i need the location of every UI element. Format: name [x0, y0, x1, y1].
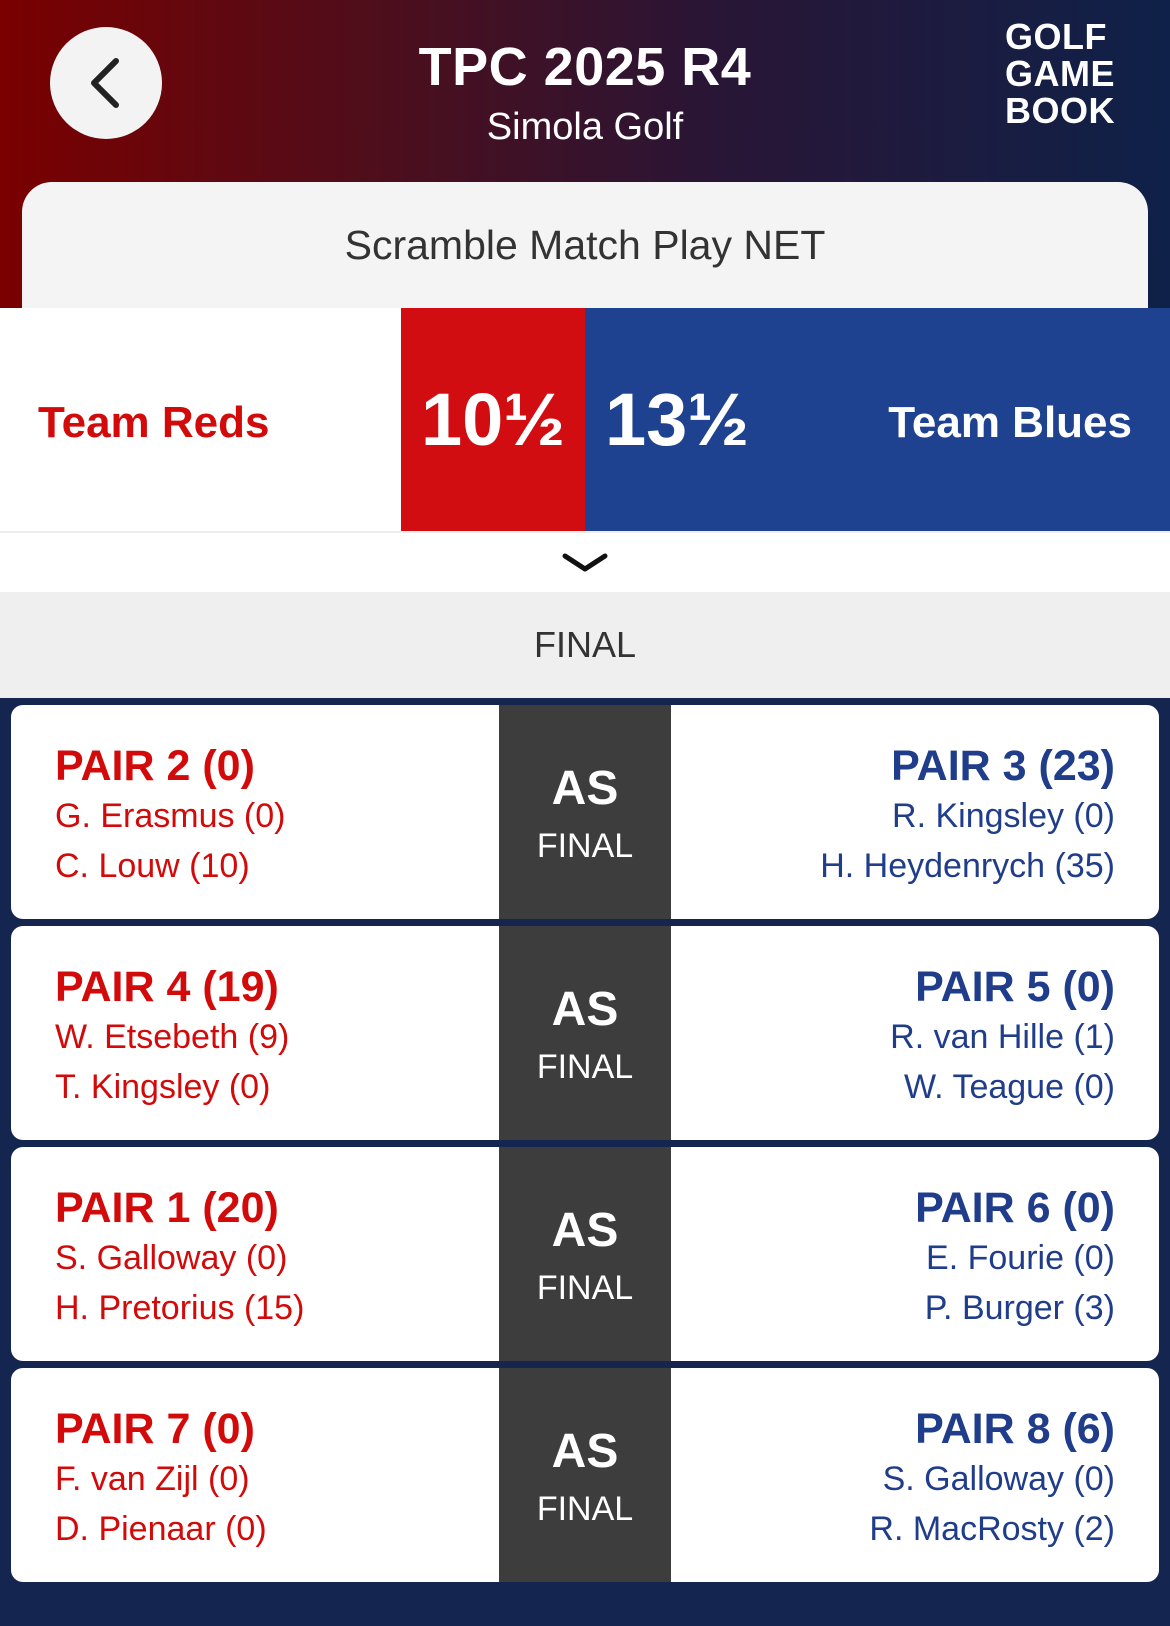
game-format: Scramble Match Play NET — [344, 222, 826, 268]
match-result: AS FINAL — [499, 926, 671, 1140]
blue-pair: PAIR 6 (0) E. Fourie (0) P. Burger (3) — [915, 1184, 1115, 1327]
blue-pair: PAIR 5 (0) R. van Hille (1) W. Teague (0… — [890, 963, 1115, 1106]
golf-gamebook-logo: GOLF GAME BOOK — [1005, 16, 1115, 131]
blue-pair: PAIR 8 (6) S. Galloway (0) R. MacRosty (… — [869, 1405, 1115, 1548]
page-title: TPC 2025 R4 — [418, 37, 752, 97]
course-name: Simola Golf — [486, 106, 684, 148]
match-result: AS FINAL — [499, 1147, 671, 1361]
team-score-band: Team Reds 10½ 13½ Team Blues — [0, 308, 1170, 531]
team-blues-score: 13½ — [605, 378, 750, 461]
team-reds-score: 10½ — [401, 308, 585, 531]
team-blues-panel: 13½ Team Blues — [585, 308, 1170, 531]
match-card[interactable]: PAIR 2 (0) G. Erasmus (0) C. Louw (10) A… — [11, 705, 1159, 919]
format-card: Scramble Match Play NET — [22, 182, 1148, 322]
match-result: AS FINAL — [499, 705, 671, 919]
red-pair: PAIR 2 (0) G. Erasmus (0) C. Louw (10) — [55, 742, 286, 885]
red-pair: PAIR 4 (19) W. Etsebeth (9) T. Kingsley … — [55, 963, 290, 1106]
team-blues-name: Team Blues — [888, 398, 1132, 447]
chevron-down-icon — [562, 553, 608, 571]
red-pair: PAIR 7 (0) F. van Zijl (0) D. Pienaar (0… — [55, 1405, 267, 1548]
round-status: FINAL — [0, 592, 1170, 698]
blue-pair: PAIR 3 (23) R. Kingsley (0) H. Heydenryc… — [820, 742, 1115, 885]
red-pair: PAIR 1 (20) S. Galloway (0) H. Pretorius… — [55, 1184, 305, 1327]
match-list: PAIR 2 (0) G. Erasmus (0) C. Louw (10) A… — [11, 705, 1159, 1589]
match-card[interactable]: PAIR 7 (0) F. van Zijl (0) D. Pienaar (0… — [11, 1368, 1159, 1582]
match-card[interactable]: PAIR 1 (20) S. Galloway (0) H. Pretorius… — [11, 1147, 1159, 1361]
match-card[interactable]: PAIR 4 (19) W. Etsebeth (9) T. Kingsley … — [11, 926, 1159, 1140]
expand-toggle[interactable] — [0, 531, 1170, 592]
team-reds-name: Team Reds — [38, 398, 270, 447]
match-result: AS FINAL — [499, 1368, 671, 1582]
